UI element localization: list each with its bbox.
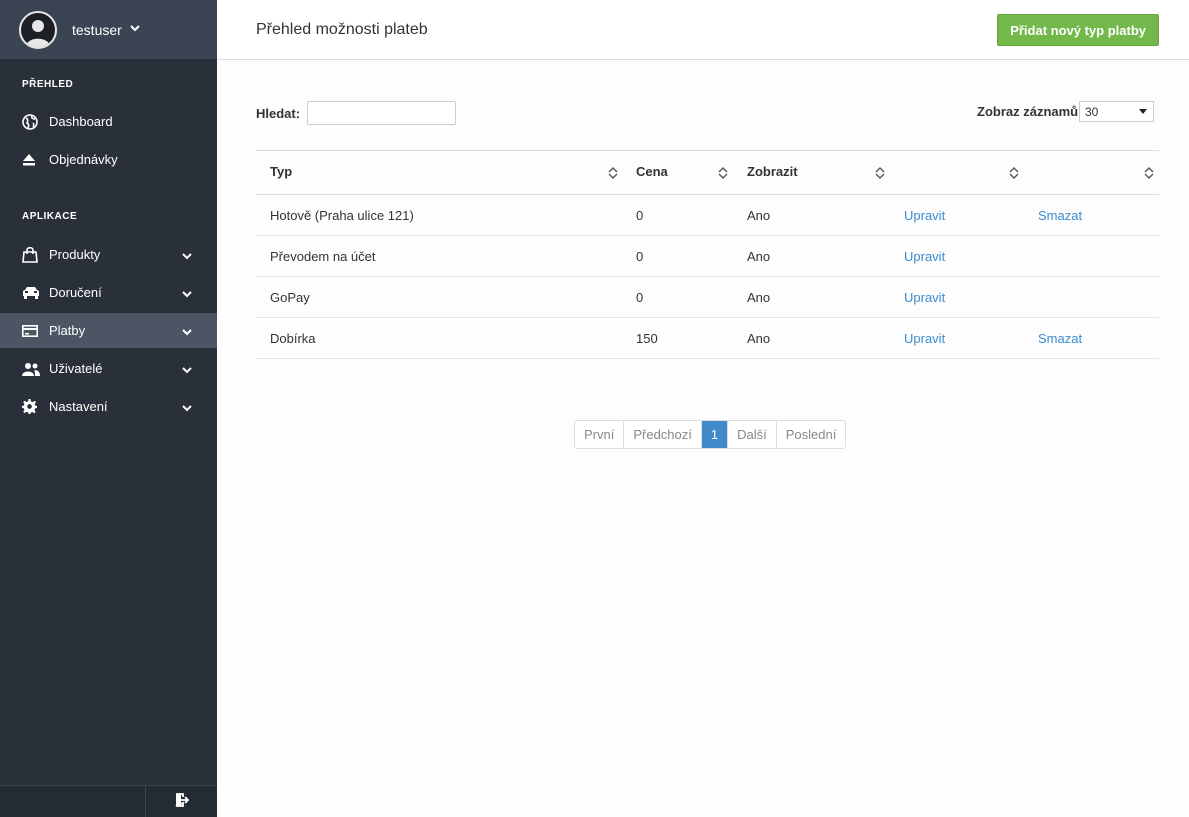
chevron-down-icon [182, 400, 192, 415]
logout-icon [175, 793, 189, 810]
chevron-down-icon [182, 248, 192, 263]
sidebar-item-label: Dashboard [49, 114, 113, 129]
logout-button[interactable] [145, 786, 217, 817]
table-row: Dobírka 150 Ano Upravit Smazat [256, 318, 1159, 359]
sidebar-item-orders[interactable]: Objednávky [0, 142, 217, 177]
sidebar-item-label: Produkty [49, 247, 101, 262]
sidebar-item-dashboard[interactable]: Dashboard [0, 104, 217, 139]
page-header: Přehled možnosti plateb Přidat nový typ … [218, 0, 1189, 60]
column-header-cena[interactable]: Cena [636, 164, 668, 179]
sidebar-item-products[interactable]: Produkty [0, 237, 217, 272]
delete-link[interactable]: Smazat [1038, 331, 1082, 346]
chevron-down-icon [182, 362, 192, 377]
credit-card-icon [22, 323, 40, 339]
section-title-overview: PŘEHLED [22, 79, 74, 90]
sidebar-item-settings[interactable]: Nastavení [0, 389, 217, 424]
edit-link[interactable]: Upravit [904, 249, 945, 264]
globe-icon [22, 113, 40, 130]
pagesize-select[interactable]: 30 [1079, 101, 1154, 122]
sidebar-item-label: Objednávky [49, 152, 118, 167]
pagesize-value: 30 [1085, 104, 1099, 119]
chevron-down-icon [182, 286, 192, 301]
sidebar: testuser PŘEHLED Dashboard Objednávky AP… [0, 0, 217, 817]
pagination-current[interactable]: 1 [701, 421, 729, 448]
delete-link[interactable]: Smazat [1038, 208, 1082, 223]
pagesize-label: Zobraz záznamů [977, 104, 1079, 119]
sidebar-item-label: Platby [49, 323, 86, 338]
add-payment-type-button[interactable]: Přidat nový typ platby [997, 14, 1159, 46]
sidebar-item-label: Uživatelé [49, 361, 103, 376]
cell-cena: 150 [636, 331, 658, 346]
sidebar-item-label: Doručení [49, 285, 102, 300]
cell-cena: 0 [636, 208, 644, 223]
users-icon [22, 361, 40, 377]
cell-zobrazit: Ano [747, 208, 771, 223]
sidebar-item-label: Nastavení [49, 399, 108, 414]
gear-icon [22, 399, 40, 415]
search-input[interactable] [307, 101, 456, 125]
page-title: Přehled možnosti plateb [256, 21, 428, 38]
caret-down-icon [1139, 109, 1147, 114]
sort-icon[interactable] [718, 166, 728, 180]
cell-typ: Dobírka [270, 331, 316, 346]
pagination: První Předchozí 1 Další Poslední [574, 420, 847, 449]
chevron-down-icon [182, 324, 192, 339]
table-header: Typ Cena Zobrazit [256, 150, 1159, 195]
user-menu[interactable]: testuser [0, 0, 217, 59]
cell-cena: 0 [636, 290, 644, 305]
payment-types-table: Typ Cena Zobrazit Hotově (Praha ulice 12… [256, 150, 1159, 359]
sort-icon[interactable] [875, 166, 885, 180]
cell-zobrazit: Ano [747, 249, 771, 264]
eject-icon [22, 152, 40, 168]
user-name: testuser [72, 21, 122, 38]
sidebar-footer [0, 785, 217, 817]
edit-link[interactable]: Upravit [904, 290, 945, 305]
table-row: Převodem na účet 0 Ano Upravit [256, 236, 1159, 277]
cell-zobrazit: Ano [747, 331, 771, 346]
shopping-bag-icon [22, 246, 40, 263]
section-title-apps: APLIKACE [22, 211, 78, 222]
cell-zobrazit: Ano [747, 290, 771, 305]
cell-typ: GoPay [270, 290, 310, 305]
pagination-prev[interactable]: Předchozí [624, 421, 702, 448]
table-row: GoPay 0 Ano Upravit [256, 277, 1159, 318]
sort-icon[interactable] [608, 166, 618, 180]
table-row: Hotově (Praha ulice 121) 0 Ano Upravit S… [256, 195, 1159, 236]
avatar [19, 10, 57, 49]
column-header-typ[interactable]: Typ [270, 164, 292, 179]
column-header-zobrazit[interactable]: Zobrazit [747, 164, 798, 179]
sort-icon[interactable] [1009, 166, 1019, 180]
sort-icon[interactable] [1144, 166, 1154, 180]
sidebar-item-users[interactable]: Uživatelé [0, 351, 217, 386]
edit-link[interactable]: Upravit [904, 331, 945, 346]
edit-link[interactable]: Upravit [904, 208, 945, 223]
user-silhouette-icon [26, 19, 50, 47]
car-icon [22, 285, 40, 301]
sidebar-item-delivery[interactable]: Doručení [0, 275, 217, 310]
search-label: Hledat: [256, 106, 301, 121]
chevron-down-icon [130, 24, 140, 35]
cell-typ: Převodem na účet [270, 249, 376, 264]
pagination-next[interactable]: Další [728, 421, 777, 448]
cell-cena: 0 [636, 249, 644, 264]
pagination-last[interactable]: Poslední [777, 421, 846, 448]
pagination-first[interactable]: První [575, 421, 625, 448]
cell-typ: Hotově (Praha ulice 121) [270, 208, 414, 223]
sidebar-item-payments[interactable]: Platby [0, 313, 217, 348]
